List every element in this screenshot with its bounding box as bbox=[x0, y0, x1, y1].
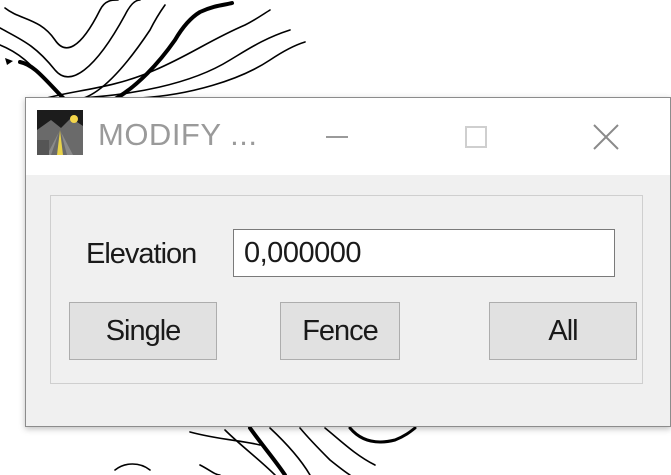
close-button[interactable] bbox=[556, 98, 656, 175]
title-bar[interactable]: MODIFY ... bbox=[26, 98, 670, 175]
modify-dialog: MODIFY ... Elevation Single Fence All bbox=[25, 97, 671, 427]
minimize-icon bbox=[326, 135, 348, 138]
app-icon bbox=[37, 110, 83, 155]
maximize-button[interactable] bbox=[426, 98, 526, 175]
close-icon bbox=[593, 123, 619, 150]
all-button[interactable]: All bbox=[489, 302, 637, 360]
window-title: MODIFY ... bbox=[98, 117, 258, 152]
maximize-icon bbox=[465, 125, 487, 148]
minimize-button[interactable] bbox=[292, 98, 382, 175]
fence-button[interactable]: Fence bbox=[280, 302, 400, 360]
elevation-label: Elevation bbox=[86, 238, 197, 270]
elevation-input[interactable] bbox=[233, 229, 615, 277]
single-button[interactable]: Single bbox=[69, 302, 217, 360]
